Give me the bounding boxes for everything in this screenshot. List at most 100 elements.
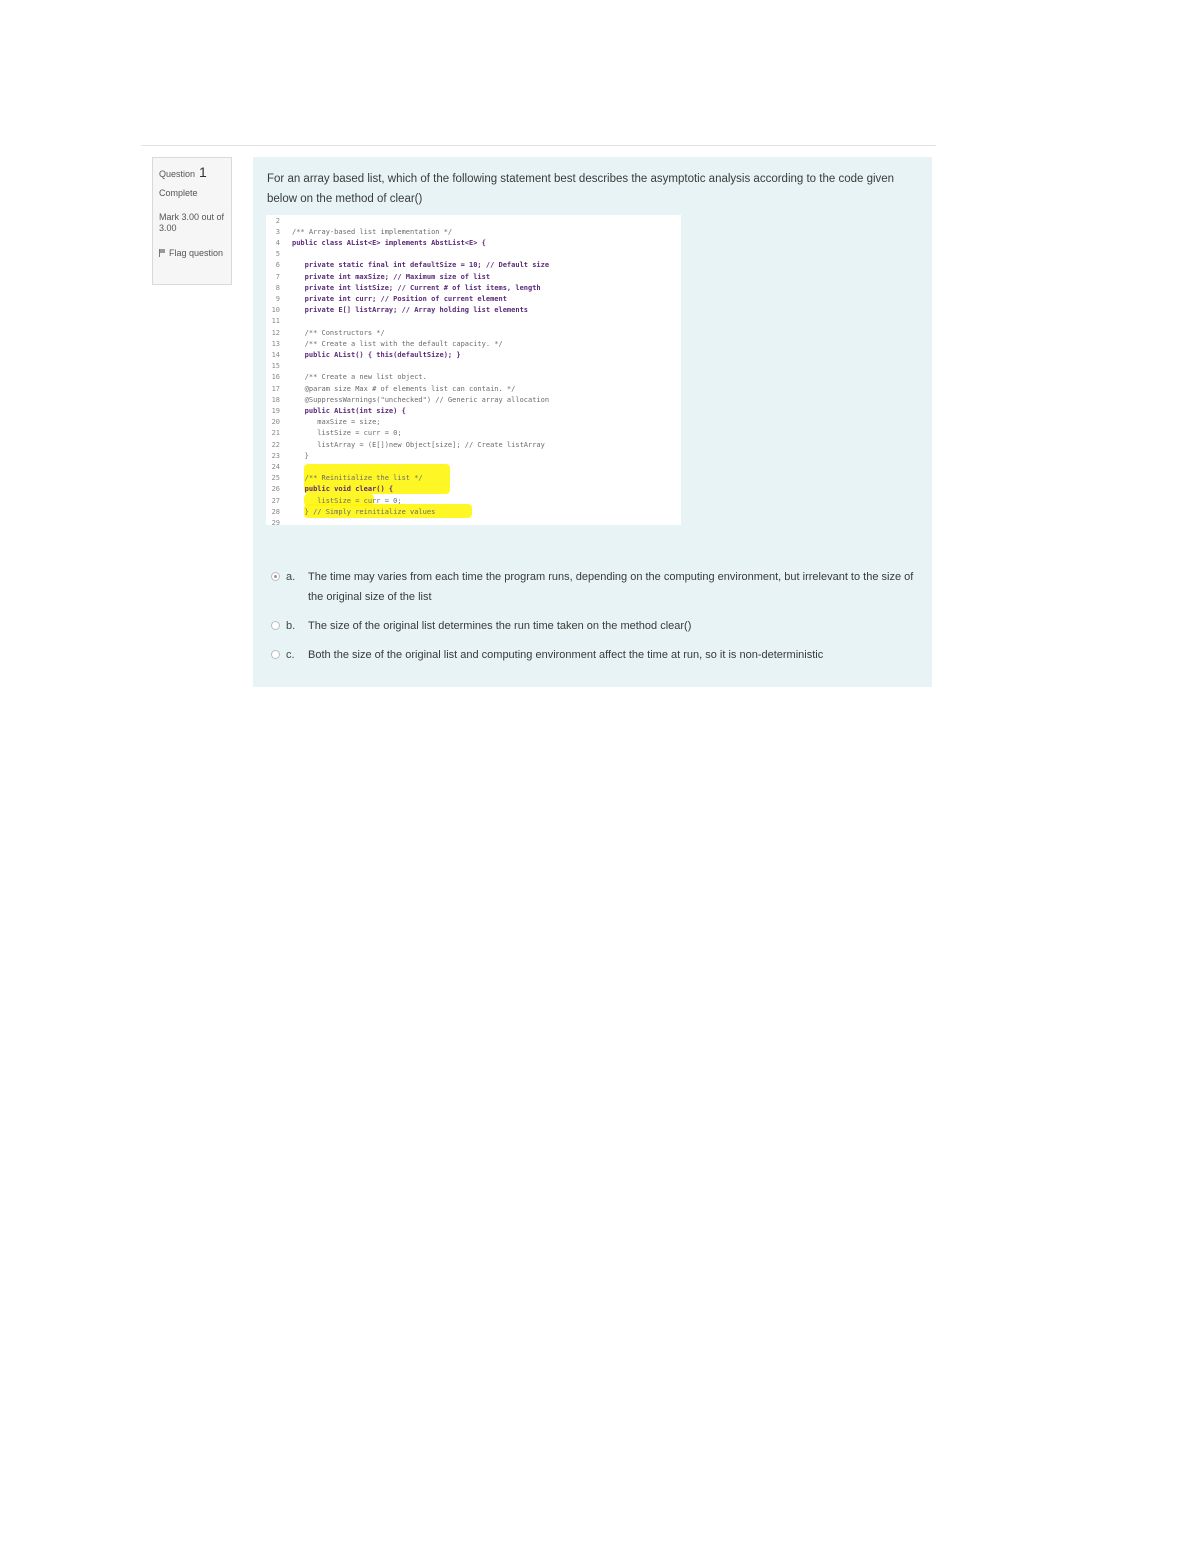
radio-button[interactable] (271, 621, 280, 630)
code-line: 5 (266, 249, 292, 260)
flag-question-label: Flag question (169, 248, 224, 258)
answer-options: a. The time may varies from each time the… (271, 567, 921, 674)
option-text: The time may varies from each time the p… (308, 571, 914, 603)
code-line: 15 (266, 361, 292, 372)
code-line: 3 /** Array-based list implementation */ (266, 226, 452, 237)
code-line-number: 29 (271, 518, 280, 525)
code-line-number: 25 (271, 474, 280, 483)
code-line: 7 private int maxSize; // Maximum size o… (266, 271, 490, 282)
question-text: For an array based list, which of the fo… (267, 173, 895, 205)
code-line-text: public void clear() { (292, 485, 394, 494)
question-grade: Mark 3.00 out of 3.00 (159, 212, 225, 233)
code-line-number: 4 (275, 238, 280, 247)
code-line-number: 28 (271, 507, 280, 516)
code-line-number: 22 (271, 440, 280, 449)
question-label: Question (159, 169, 196, 179)
code-line-number: 20 (271, 418, 280, 427)
code-line: 21 listSize = curr = 0; (266, 428, 402, 439)
code-screenshot: 2 3/** Array-based list implementation */… (266, 215, 681, 525)
option-text: Both the size of the original list and c… (308, 649, 824, 661)
code-line-text: private int maxSize; // Maximum size of … (292, 272, 491, 281)
flag-question-link[interactable]: Flag question (159, 248, 225, 259)
code-line-number: 16 (271, 373, 280, 382)
question-number-line: Question 1 (159, 164, 225, 184)
code-line: 19 public AList(int size) { (266, 405, 406, 416)
code-line-text: } // Simply reinitialize values (292, 507, 436, 516)
radio-button[interactable] (271, 572, 280, 581)
answer-option-b[interactable]: b. The size of the original list determin… (271, 616, 921, 636)
code-line: 4 public class AList<E> implements AbstLi… (266, 237, 486, 248)
code-line: 9 private int curr; // Position of curre… (266, 293, 507, 304)
code-line: 12 /** Constructors */ (266, 327, 385, 338)
code-line-number: 10 (271, 306, 280, 315)
code-line: 26 public void clear() { (266, 484, 394, 495)
code-line-number: 23 (271, 451, 280, 460)
code-line-number: 15 (271, 362, 280, 371)
option-letter: c. (286, 649, 295, 661)
code-line-text: @param size Max # of elements list can c… (292, 384, 516, 393)
code-line-text: private int curr; // Position of current… (292, 294, 507, 303)
code-line-number: 12 (271, 328, 280, 337)
code-line: 24 (266, 461, 292, 472)
code-line-text: /** Create a new list object. (292, 373, 427, 382)
flag-icon (159, 249, 166, 258)
code-line: 10 private E[] listArray; // Array holdi… (266, 305, 528, 316)
code-line: 27 listSize = curr = 0; (266, 495, 402, 506)
code-line: 16 /** Create a new list object. (266, 372, 427, 383)
code-line-number: 13 (271, 339, 280, 348)
code-line-text: private static final int defaultSize = 1… (292, 261, 550, 270)
code-line-number: 5 (275, 250, 280, 259)
question-content: For an array based list, which of the fo… (253, 157, 932, 687)
code-line: 2 (266, 215, 292, 226)
code-line-number: 3 (275, 227, 280, 236)
code-line-number: 8 (275, 283, 280, 292)
code-line: 29 (266, 517, 292, 525)
code-line: 20 maxSize = size; (266, 417, 381, 428)
code-line-number: 7 (275, 272, 280, 281)
code-line-number: 24 (271, 462, 280, 471)
code-line: 18 @SuppressWarnings("unchecked") // Gen… (266, 394, 550, 405)
option-letter: b. (286, 620, 296, 632)
code-line-text: @SuppressWarnings("unchecked") // Generi… (292, 395, 550, 404)
question-state: Complete (159, 188, 198, 198)
code-line-number: 14 (271, 350, 280, 359)
code-line: 28 } // Simply reinitialize values (266, 506, 436, 517)
code-line-text: public AList(int size) { (292, 406, 406, 415)
option-text: The size of the original list determines… (308, 620, 692, 632)
code-line: 22 listArray = (E[])new Object[size]; //… (266, 439, 545, 450)
code-line-number: 9 (275, 294, 280, 303)
code-line: 6 private static final int defaultSize =… (266, 260, 549, 271)
code-line-text: listSize = curr = 0; (292, 429, 402, 438)
code-line: 17 @param size Max # of elements list ca… (266, 383, 516, 394)
code-line-number: 11 (271, 317, 280, 326)
question-info: Question 1 Complete Mark 3.00 out of 3.0… (152, 157, 232, 285)
code-line-number: 18 (271, 395, 280, 404)
code-line: 11 (266, 316, 292, 327)
code-line-text: public AList() { this(defaultSize); } (292, 350, 461, 359)
top-divider (141, 145, 936, 146)
code-line-text: } (292, 451, 309, 460)
code-line-text: listArray = (E[])new Object[size]; // Cr… (292, 440, 545, 449)
code-line-text: private int listSize; // Current # of li… (292, 283, 541, 292)
code-line-text: listSize = curr = 0; (292, 496, 402, 505)
code-line-number: 2 (275, 216, 280, 225)
code-line-number: 21 (271, 429, 280, 438)
code-line: 13 /** Create a list with the default ca… (266, 338, 503, 349)
question-number: 1 (199, 164, 207, 180)
code-line-text: maxSize = size; (292, 418, 381, 427)
option-letter: a. (286, 571, 296, 583)
answer-option-a[interactable]: a. The time may varies from each time the… (271, 567, 921, 607)
code-line: 14 public AList() { this(defaultSize); } (266, 349, 461, 360)
code-line-number: 17 (271, 384, 280, 393)
code-line-text: /** Constructors */ (292, 328, 385, 337)
code-line-text: /** Array-based list implementation */ (292, 227, 453, 236)
code-line-text: /** Create a list with the default capac… (292, 339, 503, 348)
code-line-number: 26 (271, 485, 280, 494)
code-line-number: 27 (271, 496, 280, 505)
code-line-number: 19 (271, 406, 280, 415)
code-line-number: 6 (275, 261, 280, 270)
code-line-text: /** Reinitialize the list */ (292, 474, 423, 483)
answer-option-c[interactable]: c. Both the size of the original list and… (271, 645, 921, 665)
radio-button[interactable] (271, 650, 280, 659)
code-line: 8 private int listSize; // Current # of … (266, 282, 541, 293)
